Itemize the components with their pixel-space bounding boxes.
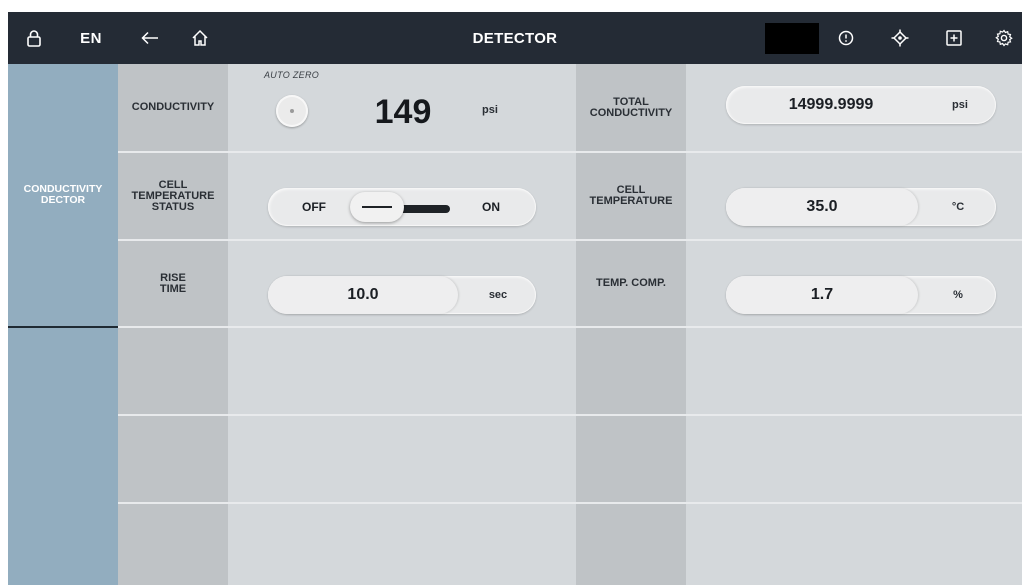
detector-screen: EN DETECTOR CONDUCTIVITY DECTOR CONDUCTI… (8, 12, 1022, 585)
temp-comp-value: 1.7 (810, 286, 834, 303)
row-divider (118, 502, 1022, 504)
rise-time-field[interactable]: 10.0 sec (268, 276, 536, 314)
row-divider (118, 239, 1022, 241)
auto-zero-button[interactable] (276, 95, 308, 127)
cell-temperature-unit: °C (951, 201, 965, 213)
alert-icon[interactable] (834, 12, 858, 64)
total-conductivity-unit: psi (952, 99, 968, 111)
temp-comp-unit: % (953, 289, 963, 301)
total-conductivity-label: TOTAL CONDUCTIVITY (589, 95, 673, 119)
temp-comp-label: TEMP. COMP. (596, 277, 666, 289)
auto-zero-label: AUTO ZERO (264, 70, 320, 80)
category-sidebar: CONDUCTIVITY DECTOR (8, 64, 118, 585)
toggle-switch[interactable] (350, 192, 404, 222)
conductivity-value: 149 (374, 92, 432, 131)
conductivity-label: CONDUCTIVITY (131, 101, 215, 113)
cell-temperature-field[interactable]: 35.0 °C (726, 188, 996, 226)
row-divider (118, 414, 1022, 416)
category-conductivity-detector[interactable]: CONDUCTIVITY DECTOR (8, 64, 118, 326)
value-column-right (686, 64, 1022, 585)
rise-time-label: RISE TIME (159, 271, 187, 295)
cell-temperature-value: 35.0 (806, 198, 838, 215)
total-conductivity-value: 14999.9999 (788, 96, 874, 113)
cell-temperature-label: CELL TEMPERATURE (589, 184, 673, 207)
redacted-area (765, 23, 819, 54)
value-column-left (228, 64, 576, 585)
top-bar: EN DETECTOR (8, 12, 1022, 64)
toggle-on-label: ON (482, 200, 500, 214)
conductivity-unit: psi (482, 104, 498, 116)
cell-temperature-status-label: CELL TEMPERATURE STATUS (131, 178, 215, 213)
rise-time-value: 10.0 (347, 286, 379, 303)
toggle-off-label: OFF (302, 200, 326, 214)
add-icon[interactable] (942, 12, 966, 64)
row-divider (118, 151, 1022, 153)
row-divider (118, 326, 1022, 328)
rise-time-unit: sec (488, 289, 508, 301)
temp-comp-field[interactable]: 1.7 % (726, 276, 996, 314)
total-conductivity-field[interactable]: 14999.9999 psi (726, 86, 996, 124)
crosshair-icon[interactable] (888, 12, 912, 64)
gear-icon[interactable] (992, 12, 1016, 64)
page-title: DETECTOR (472, 29, 558, 47)
category-label: CONDUCTIVITY DECTOR (23, 183, 103, 206)
category-divider (8, 326, 118, 328)
